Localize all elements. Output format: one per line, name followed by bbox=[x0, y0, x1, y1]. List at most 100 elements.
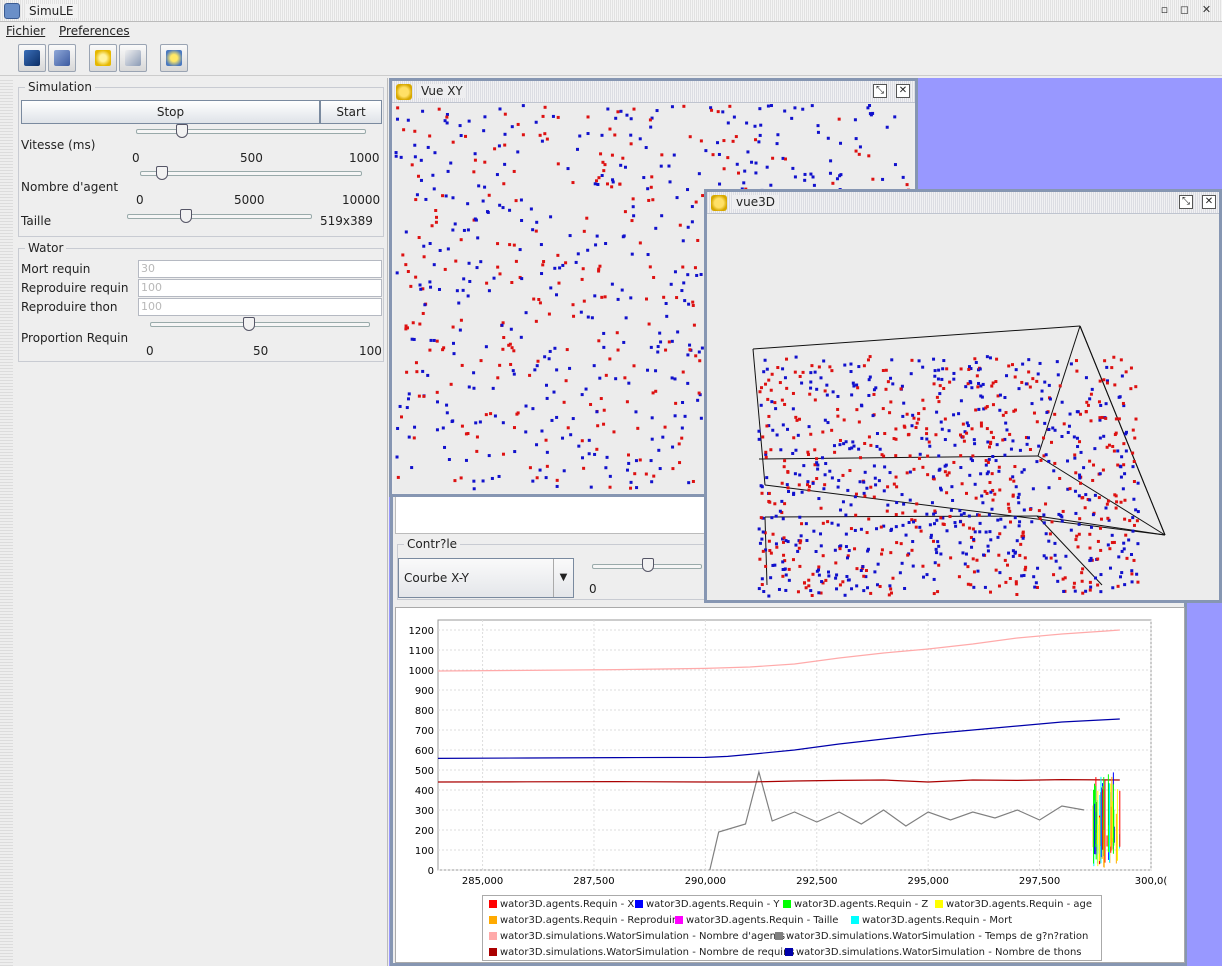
menu-preferences[interactable]: Preferences bbox=[59, 24, 130, 38]
thon-agent bbox=[623, 165, 627, 169]
thon-agent bbox=[759, 123, 763, 127]
thon-agent bbox=[549, 286, 553, 290]
requin-agent bbox=[608, 127, 612, 131]
taille-slider-track[interactable] bbox=[127, 214, 312, 219]
thon-agent bbox=[959, 399, 963, 403]
restore-icon[interactable]: ⤡ bbox=[873, 84, 887, 98]
thon-agent bbox=[757, 429, 761, 433]
thon-agent bbox=[1037, 444, 1041, 448]
requin-agent bbox=[514, 199, 518, 203]
requin-agent bbox=[464, 134, 468, 138]
thon-agent bbox=[901, 175, 905, 179]
restore-icon[interactable]: ▫ bbox=[1157, 3, 1172, 18]
thon-agent bbox=[981, 382, 985, 386]
chevron-down-icon[interactable]: ▼ bbox=[553, 559, 573, 597]
requin-agent bbox=[795, 418, 799, 422]
requin-agent bbox=[800, 522, 804, 526]
restore-icon[interactable]: ⤡ bbox=[1179, 195, 1193, 209]
star-button[interactable] bbox=[89, 44, 117, 72]
stop-button[interactable]: Stop bbox=[21, 100, 320, 124]
legend-label: wator3D.agents.Requin - Reproduire bbox=[500, 915, 682, 926]
legend-swatch bbox=[935, 900, 943, 908]
requin-agent bbox=[830, 428, 834, 432]
thon-agent bbox=[890, 358, 894, 362]
requin-agent bbox=[1134, 417, 1138, 421]
thon-agent bbox=[835, 573, 839, 577]
network-button[interactable] bbox=[48, 44, 76, 72]
legend-swatch bbox=[775, 932, 783, 940]
controle-slider-thumb[interactable] bbox=[642, 558, 654, 572]
thon-agent bbox=[1048, 397, 1052, 401]
requin-agent bbox=[688, 348, 692, 352]
wator-title: Wator bbox=[25, 241, 67, 255]
star-frame-button[interactable] bbox=[160, 44, 188, 72]
vue-xy-titlebar[interactable]: Vue XY ⤡ ✕ bbox=[392, 81, 915, 103]
thon-agent bbox=[503, 132, 507, 136]
x-tick-label: 290,000 bbox=[685, 876, 726, 887]
thon-agent bbox=[986, 544, 990, 548]
requin-agent bbox=[776, 366, 780, 370]
mort-requin-field[interactable]: 30 bbox=[138, 260, 382, 278]
requin-agent bbox=[888, 411, 892, 415]
thon-agent bbox=[579, 310, 583, 314]
thon-agent bbox=[830, 521, 834, 525]
requin-agent bbox=[535, 476, 539, 480]
requin-agent bbox=[811, 572, 815, 576]
requin-agent bbox=[988, 445, 992, 449]
thon-agent bbox=[497, 144, 501, 148]
legend-label: wator3D.simulations.WatorSimulation - Te… bbox=[786, 931, 1089, 942]
agents-slider-thumb[interactable] bbox=[156, 166, 169, 180]
close-icon[interactable]: ✕ bbox=[1199, 3, 1214, 18]
start-button[interactable]: Start bbox=[320, 100, 382, 124]
thon-agent bbox=[1117, 555, 1121, 559]
edit-button[interactable] bbox=[119, 44, 147, 72]
thon-agent bbox=[620, 288, 624, 292]
requin-agent bbox=[808, 392, 812, 396]
thon-agent bbox=[629, 133, 633, 137]
reproduire-thon-field[interactable]: 100 bbox=[138, 298, 382, 316]
thon-agent bbox=[649, 125, 653, 129]
thon-agent bbox=[911, 540, 915, 544]
3d-view-canvas[interactable] bbox=[707, 215, 1219, 600]
requin-agent bbox=[760, 386, 764, 390]
reproduire-requin-field[interactable]: 100 bbox=[138, 279, 382, 297]
taille-slider-thumb[interactable] bbox=[180, 209, 193, 223]
maximize-icon[interactable]: ◻ bbox=[1177, 3, 1192, 18]
thon-agent bbox=[985, 355, 989, 359]
requin-agent bbox=[534, 229, 538, 233]
thon-agent bbox=[665, 314, 669, 318]
requin-agent bbox=[502, 182, 506, 186]
thon-agent bbox=[793, 472, 797, 476]
thon-agent bbox=[812, 183, 816, 187]
requin-agent bbox=[1122, 442, 1126, 446]
thon-agent bbox=[1042, 513, 1046, 517]
proportion-slider-track[interactable] bbox=[150, 322, 370, 327]
monitor-button[interactable] bbox=[18, 44, 46, 72]
agents-slider-track[interactable] bbox=[140, 171, 362, 176]
thon-agent bbox=[931, 475, 935, 479]
thon-agent bbox=[462, 228, 466, 232]
vue3d-titlebar[interactable]: vue3D ⤡ ✕ bbox=[707, 192, 1219, 214]
window-title: SimuLE bbox=[25, 4, 78, 18]
thon-agent bbox=[1059, 513, 1063, 517]
thon-agent bbox=[893, 163, 897, 167]
legend-swatch bbox=[489, 916, 497, 924]
requin-agent bbox=[886, 380, 890, 384]
requin-agent bbox=[915, 421, 919, 425]
close-icon[interactable]: ✕ bbox=[1202, 195, 1216, 209]
requin-agent bbox=[597, 176, 601, 180]
thon-agent bbox=[823, 473, 827, 477]
vitesse-slider-thumb[interactable] bbox=[176, 124, 188, 138]
thon-agent bbox=[1030, 520, 1034, 524]
left-splitter[interactable] bbox=[0, 78, 13, 966]
thon-agent bbox=[524, 404, 528, 408]
close-icon[interactable]: ✕ bbox=[896, 84, 910, 98]
requin-agent bbox=[473, 158, 477, 162]
proportion-slider-thumb[interactable] bbox=[243, 317, 255, 331]
vitesse-slider-track[interactable] bbox=[136, 129, 366, 134]
courbe-select[interactable]: Courbe X-Y ▼ bbox=[398, 558, 574, 598]
requin-agent bbox=[654, 389, 658, 393]
thon-agent bbox=[1017, 492, 1021, 496]
thon-agent bbox=[817, 497, 821, 501]
menu-fichier[interactable]: Fichier bbox=[6, 24, 45, 38]
